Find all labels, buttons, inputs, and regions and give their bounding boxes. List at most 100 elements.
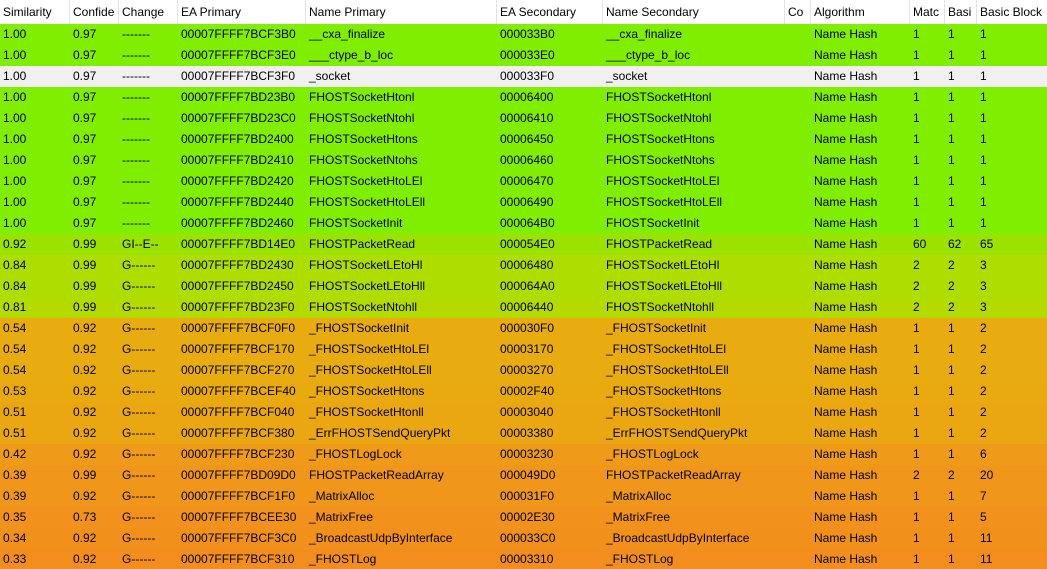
basic-cell: 1: [948, 426, 955, 440]
table-row[interactable]: 1.00 0.97 ------- 00007FFFF7BCF3E0 ___ctype_…: [0, 45, 1047, 66]
table-row[interactable]: 0.54 0.92 G------ 00007FFFF7BCF0F0 _FHOSTSoc…: [0, 318, 1047, 339]
similarity-cell: 1.00: [3, 90, 27, 104]
table-row[interactable]: 1.00 0.97 ------- 00007FFFF7BD23B0 FHOSTSock…: [0, 87, 1047, 108]
basic-blocks-cell: 2: [980, 342, 987, 356]
confidence-cell: 0.92: [73, 384, 97, 398]
comment-cell: [785, 192, 811, 213]
algorithm-cell: Name Hash: [814, 342, 878, 356]
name-secondary-cell: FHOSTSocketHtoLEl: [606, 174, 720, 188]
table-row[interactable]: 0.42 0.92 G------ 00007FFFF7BCF230 _FHOSTLog…: [0, 444, 1047, 465]
basic-cell: 1: [948, 405, 955, 419]
ea-primary-cell: 00007FFFF7BCF3B0: [181, 27, 296, 41]
table-row[interactable]: 0.34 0.92 G------ 00007FFFF7BCF3C0 _Broadcas…: [0, 528, 1047, 549]
algorithm-cell: Name Hash: [814, 426, 878, 440]
algorithm-cell: Name Hash: [814, 510, 878, 524]
table-row[interactable]: 1.00 0.97 ------- 00007FFFF7BD2400 FHOSTSock…: [0, 129, 1047, 150]
table-row[interactable]: 0.54 0.92 G------ 00007FFFF7BCF270 _FHOSTSoc…: [0, 360, 1047, 381]
table-row[interactable]: 0.81 0.99 G------ 00007FFFF7BD23F0 FHOSTSock…: [0, 297, 1047, 318]
table-row[interactable]: 1.00 0.97 ------- 00007FFFF7BD2460 FHOSTSock…: [0, 213, 1047, 234]
table-row[interactable]: 0.39 0.99 G------ 00007FFFF7BD09D0 FHOSTPack…: [0, 465, 1047, 486]
table-row[interactable]: 1.00 0.97 ------- 00007FFFF7BD2440 FHOSTSock…: [0, 192, 1047, 213]
basic-cell: 2: [948, 258, 955, 272]
similarity-cell: 0.84: [3, 258, 27, 272]
ea-secondary-cell: 000033E0: [500, 48, 555, 62]
similarity-cell: 0.51: [3, 405, 27, 419]
basic-cell: 1: [948, 489, 955, 503]
table-row[interactable]: 1.00 0.97 ------- 00007FFFF7BD2410 FHOSTSock…: [0, 150, 1047, 171]
ea-secondary-cell: 00006470: [500, 174, 554, 188]
column-header-basic[interactable]: Basi: [945, 0, 977, 24]
column-header-matched[interactable]: Matc: [910, 0, 945, 24]
algorithm-cell: Name Hash: [814, 447, 878, 461]
table-row[interactable]: 0.54 0.92 G------ 00007FFFF7BCF170 _FHOSTSoc…: [0, 339, 1047, 360]
change-cell: G------: [122, 279, 156, 293]
confidence-cell: 0.99: [73, 279, 97, 293]
similarity-cell: 1.00: [3, 153, 27, 167]
change-cell: -------: [122, 111, 150, 125]
table-row[interactable]: 0.84 0.99 G------ 00007FFFF7BD2450 FHOSTSock…: [0, 276, 1047, 297]
comment-cell: [785, 297, 811, 318]
matched-cell: 1: [913, 90, 920, 104]
change-cell: G------: [122, 552, 156, 566]
name-secondary-cell: FHOSTSocketHtonl: [606, 90, 712, 104]
basic-cell: 1: [948, 552, 955, 566]
matched-cell: 1: [913, 363, 920, 377]
column-header-similarity[interactable]: Similarity: [0, 0, 70, 24]
ea-primary-cell: 00007FFFF7BCF3C0: [181, 531, 297, 545]
table-row[interactable]: 0.39 0.92 G------ 00007FFFF7BCF1F0 _MatrixAl…: [0, 486, 1047, 507]
name-primary-cell: _socket: [309, 69, 351, 83]
ea-secondary-cell: 00003040: [500, 405, 554, 419]
name-secondary-cell: _FHOSTSocketHtonll: [606, 405, 721, 419]
column-header-basic-blocks[interactable]: Basic Block: [977, 0, 1047, 24]
table-row[interactable]: 1.00 0.97 ------- 00007FFFF7BD23C0 FHOSTSock…: [0, 108, 1047, 129]
change-cell: G------: [122, 300, 156, 314]
name-secondary-cell: FHOSTPacketRead: [606, 237, 713, 251]
table-row[interactable]: 0.51 0.92 G------ 00007FFFF7BCF040 _FHOSTSoc…: [0, 402, 1047, 423]
column-header-confidence[interactable]: Confide: [70, 0, 119, 24]
basic-cell: 1: [948, 174, 955, 188]
ea-secondary-cell: 00003230: [500, 447, 554, 461]
table-row[interactable]: 0.92 0.99 GI--E-- 00007FFFF7BD14E0 FHOSTPack…: [0, 234, 1047, 255]
algorithm-cell: Name Hash: [814, 174, 878, 188]
basic-blocks-cell: 11: [980, 531, 993, 545]
table-row[interactable]: 0.35 0.73 G------ 00007FFFF7BCEE30 _MatrixFr…: [0, 507, 1047, 528]
ea-primary-cell: 00007FFFF7BD2400: [181, 132, 294, 146]
similarity-cell: 0.34: [3, 531, 27, 545]
column-header-name-primary[interactable]: Name Primary: [306, 0, 497, 24]
name-primary-cell: FHOSTSocketHtoLEll: [309, 195, 426, 209]
table-row[interactable]: 1.00 0.97 ------- 00007FFFF7BCF3F0 _socket 00…: [0, 66, 1047, 87]
column-header-name-secondary[interactable]: Name Secondary: [603, 0, 785, 24]
algorithm-cell: Name Hash: [814, 69, 878, 83]
table-row[interactable]: 0.33 0.92 G------ 00007FFFF7BCF310 _FHOSTLog…: [0, 549, 1047, 569]
matched-cell: 1: [913, 216, 920, 230]
column-header-ea-primary[interactable]: EA Primary: [178, 0, 306, 24]
column-header-change[interactable]: Change: [119, 0, 178, 24]
comment-cell: [785, 213, 811, 234]
column-header-ea-secondary[interactable]: EA Secondary: [497, 0, 603, 24]
matched-cell: 1: [913, 69, 920, 83]
similarity-cell: 0.54: [3, 321, 27, 335]
matched-cell: 1: [913, 426, 920, 440]
ea-secondary-cell: 000054E0: [500, 237, 555, 251]
algorithm-cell: Name Hash: [814, 195, 878, 209]
ea-secondary-cell: 000033C0: [500, 531, 556, 545]
column-header-comments[interactable]: Co: [785, 0, 811, 24]
change-cell: -------: [122, 153, 150, 167]
algorithm-cell: Name Hash: [814, 90, 878, 104]
ea-primary-cell: 00007FFFF7BCF230: [181, 447, 295, 461]
table-row[interactable]: 0.53 0.92 G------ 00007FFFF7BCEF40 _FHOSTSoc…: [0, 381, 1047, 402]
ea-secondary-cell: 00002F40: [500, 384, 555, 398]
table-row[interactable]: 0.84 0.99 G------ 00007FFFF7BD2430 FHOSTSock…: [0, 255, 1047, 276]
basic-blocks-cell: 1: [980, 216, 987, 230]
table-row[interactable]: 1.00 0.97 ------- 00007FFFF7BCF3B0 __cxa_fin…: [0, 24, 1047, 45]
name-primary-cell: _FHOSTSocketHtoLEll: [309, 363, 432, 377]
confidence-cell: 0.97: [73, 69, 97, 83]
ea-primary-cell: 00007FFFF7BCEE30: [181, 510, 297, 524]
comment-cell: [785, 507, 811, 528]
column-header-algorithm[interactable]: Algorithm: [811, 0, 910, 24]
table-row[interactable]: 0.51 0.92 G------ 00007FFFF7BCF380 _ErrFHOST…: [0, 423, 1047, 444]
similarity-cell: 0.53: [3, 384, 27, 398]
table-row[interactable]: 1.00 0.97 ------- 00007FFFF7BD2420 FHOSTSock…: [0, 171, 1047, 192]
basic-cell: 2: [948, 279, 955, 293]
name-secondary-cell: _FHOSTSocketHtons: [606, 384, 722, 398]
